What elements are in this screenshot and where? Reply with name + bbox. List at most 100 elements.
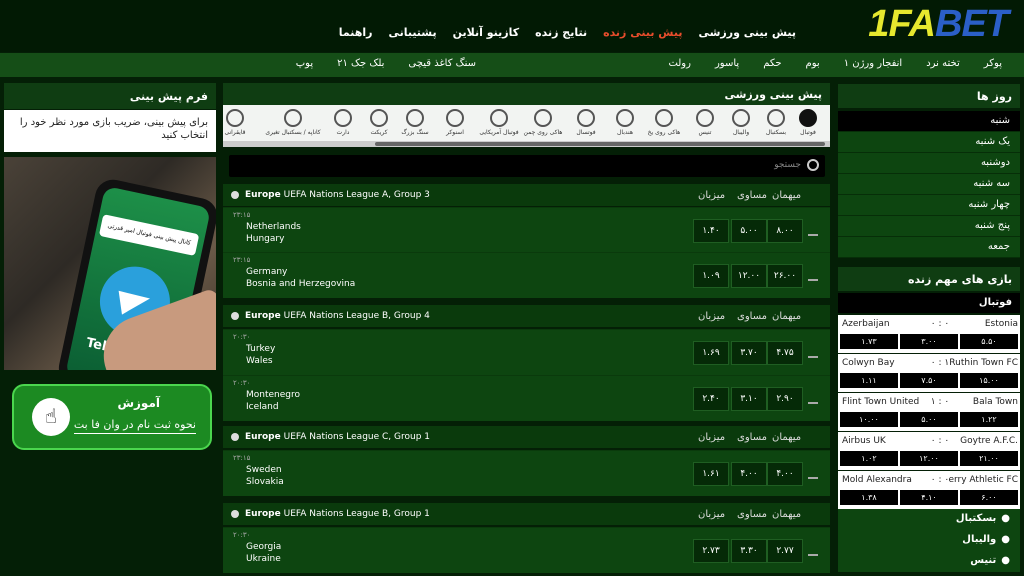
- channel-bubble: کانال پیش بینی فوتبال امیر قدرتی: [98, 214, 200, 257]
- stats-icon[interactable]: [808, 469, 818, 479]
- top-header: 1FABET پیش بینی ورزشی پیش بینی زنده نتای…: [0, 0, 1024, 52]
- day-saturday[interactable]: شنبه: [838, 111, 1020, 132]
- tab-snooker[interactable]: اسنوکر: [435, 109, 475, 136]
- tabs-scrollbar[interactable]: [223, 141, 830, 147]
- subnav-rps[interactable]: سنگ کاغذ قیچی: [408, 58, 476, 70]
- category-volleyball[interactable]: ●والیبال: [838, 530, 1020, 551]
- live-odd[interactable]: ۱.۷۳: [840, 334, 898, 349]
- tab-darts[interactable]: دارت: [323, 109, 363, 136]
- odd-draw[interactable]: ۵.۰۰: [731, 219, 767, 243]
- day-monday[interactable]: دوشنبه: [838, 153, 1020, 174]
- live-odd[interactable]: ۶.۰۰: [960, 490, 1018, 505]
- category-basketball[interactable]: ●بسکتبال: [838, 509, 1020, 530]
- tab-cricket[interactable]: کریکت: [359, 109, 399, 136]
- stats-icon[interactable]: [808, 546, 818, 556]
- stats-icon[interactable]: [808, 394, 818, 404]
- subnav-pop[interactable]: پوپ: [296, 58, 313, 70]
- subnav-pasoor[interactable]: پاسور: [715, 58, 739, 70]
- col-away: میزبان: [698, 509, 726, 520]
- tab-futsal[interactable]: فوتسال: [566, 109, 606, 136]
- tab-ice-hockey[interactable]: هاکی روی یخ: [644, 109, 684, 136]
- live-odd[interactable]: ۲۱.۰۰: [960, 451, 1018, 466]
- stats-icon[interactable]: [808, 226, 818, 236]
- odd-away[interactable]: ۱.۴۰: [693, 219, 729, 243]
- subnav-crash[interactable]: انفجار ورژن ۱: [844, 58, 903, 70]
- live-odd[interactable]: ۱.۱۱: [840, 373, 898, 388]
- live-odd[interactable]: ۱۵.۰۰: [960, 373, 1018, 388]
- tutorial-button[interactable]: ☝ آموزش نحوه ثبت نام در وان فا بت: [12, 384, 212, 450]
- odd-draw[interactable]: ۳.۳۰: [731, 539, 767, 563]
- odd-home[interactable]: ۲.۹۰: [767, 387, 803, 411]
- subnav-boom[interactable]: بوم: [806, 58, 820, 70]
- nav-support[interactable]: پشتیبانی: [388, 26, 436, 40]
- col-draw: مساوی: [737, 311, 767, 322]
- col-home: میهمان: [772, 311, 802, 322]
- odd-draw[interactable]: ۳.۱۰: [731, 387, 767, 411]
- match-row: ۲۰:۳۰ Georgia Ukraine ۲.۷۷ ۳.۳۰ ۲.۷۳: [223, 527, 830, 573]
- odd-draw[interactable]: ۴.۰۰: [731, 462, 767, 486]
- col-draw: مساوی: [737, 190, 767, 201]
- live-odd[interactable]: ۱۰.۰۰: [840, 412, 898, 427]
- live-odd[interactable]: ۴.۱۰: [900, 490, 958, 505]
- american-football-icon: [490, 109, 508, 127]
- odd-home[interactable]: ۲۶.۰۰: [767, 264, 803, 288]
- category-tennis[interactable]: ●تنیس: [838, 551, 1020, 572]
- search-icon[interactable]: [807, 159, 819, 171]
- subnav-blackjack[interactable]: بلک جک ۲۱: [337, 58, 384, 70]
- day-sunday[interactable]: یک شنبه: [838, 132, 1020, 153]
- brand-logo[interactable]: 1FABET: [868, 3, 1009, 45]
- search-input[interactable]: جستجو: [774, 160, 801, 170]
- days-title[interactable]: روز ها: [838, 84, 1020, 108]
- telegram-promo-banner[interactable]: کانال پیش بینی فوتبال امیر قدرتی Telegra…: [4, 157, 216, 370]
- tab-american-football[interactable]: فوتبال آمریکایی: [479, 109, 519, 136]
- odd-away[interactable]: ۱.۶۱: [693, 462, 729, 486]
- nav-guide[interactable]: راهنما: [339, 26, 373, 40]
- subnav-hokm[interactable]: حکم: [763, 58, 781, 70]
- tab-rowing[interactable]: قایقرانی: [223, 109, 255, 136]
- live-odd[interactable]: ۷.۵۰: [900, 373, 958, 388]
- bet-form-title: فرم پیش بینی: [4, 83, 216, 109]
- day-tuesday[interactable]: سه شنبه: [838, 174, 1020, 195]
- odd-home[interactable]: ۴.۷۵: [767, 341, 803, 365]
- nav-live-betting[interactable]: پیش بینی زنده: [603, 26, 682, 40]
- subnav-poker[interactable]: پوکر: [984, 58, 1002, 70]
- live-odd[interactable]: ۱۲.۰۰: [900, 451, 958, 466]
- stats-icon[interactable]: [808, 271, 818, 281]
- odd-away[interactable]: ۲.۷۳: [693, 539, 729, 563]
- live-match: Flint Town United ۱ : ۰ Bala Town ۱۰.۰۰ …: [838, 393, 1020, 431]
- tab-big-stone[interactable]: سنگ بزرگ: [395, 109, 435, 136]
- tab-volleyball[interactable]: والیبال: [721, 109, 761, 136]
- live-odd[interactable]: ۱.۲۲: [960, 412, 1018, 427]
- tab-basketball[interactable]: بسکتبال: [756, 109, 796, 136]
- live-odd[interactable]: ۵.۰۰: [900, 412, 958, 427]
- odd-home[interactable]: ۲.۷۷: [767, 539, 803, 563]
- live-odd[interactable]: ۱.۳۸: [840, 490, 898, 505]
- tab-other[interactable]: کاناپه / بسکتبال تغیری: [263, 109, 323, 136]
- live-odd[interactable]: ۳.۰۰: [900, 334, 958, 349]
- nav-live-results[interactable]: نتایج زنده: [535, 26, 587, 40]
- day-thursday[interactable]: پنج شنبه: [838, 216, 1020, 237]
- odd-away[interactable]: ۲.۴۰: [693, 387, 729, 411]
- live-match: Mold Alexandra ۰ : ۰ erry Athletic FC ۱.…: [838, 471, 1020, 509]
- subnav-backgammon[interactable]: تخته نرد: [926, 58, 960, 70]
- tab-handball[interactable]: هندبال: [605, 109, 645, 136]
- live-odd[interactable]: ۵.۵۰: [960, 334, 1018, 349]
- odd-draw[interactable]: ۳.۷۰: [731, 341, 767, 365]
- live-odd[interactable]: ۱.۰۲: [840, 451, 898, 466]
- tab-field-hockey[interactable]: هاکی روی چمن: [523, 109, 563, 136]
- odd-draw[interactable]: ۱۲.۰۰: [731, 264, 767, 288]
- day-friday[interactable]: جمعه: [838, 237, 1020, 258]
- live-games-title[interactable]: بازی های مهم زنده: [838, 267, 1020, 291]
- stats-icon[interactable]: [808, 348, 818, 358]
- odd-away[interactable]: ۱.۰۹: [693, 264, 729, 288]
- odd-away[interactable]: ۱.۶۹: [693, 341, 729, 365]
- odd-home[interactable]: ۴.۰۰: [767, 462, 803, 486]
- day-wednesday[interactable]: چهار شنبه: [838, 195, 1020, 216]
- nav-sports-betting[interactable]: پیش بینی ورزشی: [698, 26, 796, 40]
- scrollbar-thumb[interactable]: [375, 142, 825, 146]
- search-box[interactable]: جستجو: [229, 155, 825, 177]
- subnav-roulette[interactable]: رولت: [668, 58, 691, 70]
- nav-online-casino[interactable]: کازینو آنلاین: [453, 26, 520, 40]
- odd-home[interactable]: ۸.۰۰: [767, 219, 803, 243]
- tab-tennis[interactable]: تنیس: [685, 109, 725, 136]
